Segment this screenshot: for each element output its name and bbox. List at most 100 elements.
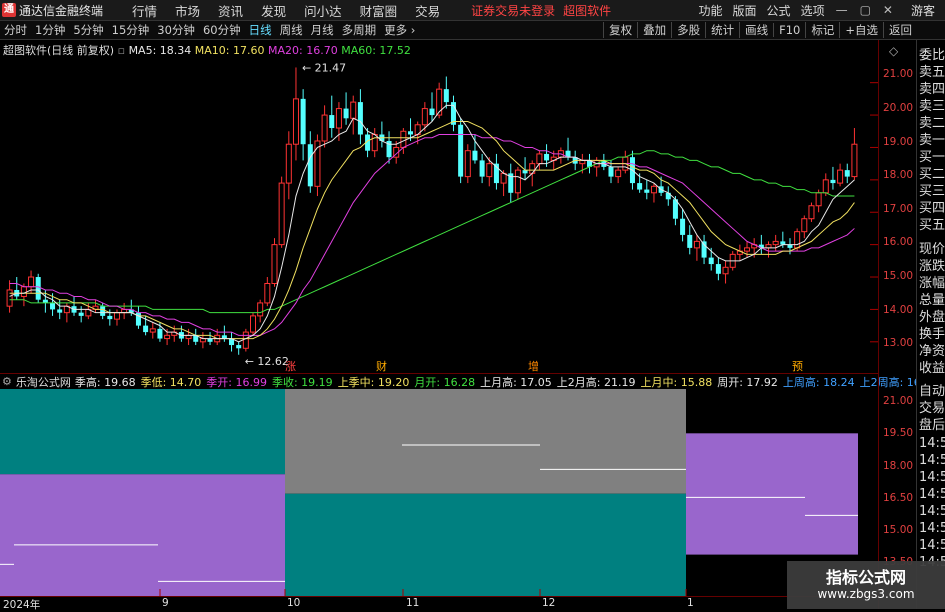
app-logo-icon: 通 — [2, 3, 16, 17]
multi-stock-button[interactable]: 多股 — [671, 22, 705, 38]
low-price-label: ← 12.62 — [245, 355, 289, 368]
guest-user[interactable]: 游客 — [911, 2, 935, 19]
candle-up — [149, 328, 156, 333]
period-60min[interactable]: 60分钟 — [203, 22, 241, 38]
f10-button[interactable]: F10 — [773, 23, 805, 37]
indicator-name[interactable]: 乐淘公式网 — [16, 374, 71, 390]
period-more[interactable]: 更多 › — [384, 22, 415, 38]
draw-button[interactable]: 画线 — [739, 22, 773, 38]
ma20-line — [9, 134, 855, 336]
candle-down — [687, 234, 693, 248]
candle-up — [421, 108, 428, 126]
indicator-item: 周开: 17.92 — [717, 375, 778, 389]
candle-up — [242, 331, 249, 349]
menu-news[interactable]: 资讯 — [218, 1, 243, 20]
candle-down — [708, 257, 714, 265]
indicator-block — [285, 389, 686, 494]
candle-down — [680, 218, 686, 235]
candle-down — [608, 166, 614, 177]
period-multi[interactable]: 多周期 — [342, 22, 377, 38]
menu-wealth[interactable]: 财富圈 — [360, 1, 398, 20]
indicator-item: 上季中: 19.20 — [337, 375, 410, 389]
minimize-icon[interactable]: — — [836, 3, 848, 17]
indicator-item: 季收: 19.19 — [271, 375, 333, 389]
period-1min[interactable]: 1分钟 — [35, 22, 65, 38]
indicator-chart[interactable] — [0, 389, 878, 596]
stock-name-notice: 超图软件 — [563, 3, 612, 18]
indicator-block — [0, 474, 285, 596]
menu-trade[interactable]: 交易 — [415, 1, 440, 20]
period-timeshare[interactable]: 分时 — [4, 22, 27, 38]
candle-down — [637, 183, 643, 190]
side-panel-item[interactable]: 盘后 — [919, 414, 945, 433]
period-daily[interactable]: 日线 — [249, 22, 272, 38]
side-panel-item[interactable]: 14:5 — [919, 538, 945, 553]
watermark-url: www.zbgs3.com — [817, 587, 915, 601]
stats-button[interactable]: 统计 — [705, 22, 739, 38]
side-panel-item[interactable]: 14:5 — [919, 453, 945, 468]
back-button[interactable]: 返回 — [883, 22, 917, 38]
candle-down — [329, 115, 335, 129]
candle-up — [822, 179, 829, 194]
close-icon[interactable]: ✕ — [883, 3, 893, 17]
event-marker: 财 — [376, 359, 387, 372]
candle-up — [815, 192, 822, 207]
candle-up — [693, 240, 700, 249]
menu-quotes[interactable]: 行情 — [132, 1, 157, 20]
menu-market[interactable]: 市场 — [175, 1, 200, 20]
y-tick: 16.00 — [883, 236, 914, 248]
menu-function[interactable]: 功能 — [699, 2, 723, 19]
side-panel-item[interactable]: 收益 — [919, 357, 945, 376]
candle-down — [35, 277, 41, 300]
menu-formula[interactable]: 公式 — [767, 2, 791, 19]
y-tick: 14.00 — [883, 304, 914, 316]
candle-up — [486, 163, 493, 178]
add-watchlist-button[interactable]: +自选 — [839, 22, 883, 38]
side-panel-item[interactable]: 14:5 — [919, 504, 945, 519]
y-tick: 20.00 — [883, 102, 914, 114]
restore-icon[interactable]: ▢ — [860, 3, 871, 17]
candle-up — [350, 101, 357, 119]
candle-up — [113, 312, 120, 320]
watermark-title: 指标公式网 — [825, 568, 906, 587]
side-panel-item[interactable]: 14:5 — [919, 436, 945, 451]
period-monthly[interactable]: 月线 — [311, 22, 334, 38]
candle-up — [801, 218, 808, 233]
indicator-values: 季高: 19.68 季低: 14.70 季开: 16.99 季收: 19.19 上季中:… — [75, 374, 943, 390]
menu-options[interactable]: 选项 — [801, 2, 825, 19]
period-5min[interactable]: 5分钟 — [73, 22, 103, 38]
indicator-header: ⚙ 乐淘公式网 季高: 19.68 季低: 14.70 季开: 16.99 季收: 1… — [0, 373, 938, 390]
adjust-button[interactable]: 复权 — [603, 22, 637, 38]
dropdown-icon[interactable]: ▫ — [118, 44, 125, 57]
candle-up — [772, 240, 779, 246]
candle-down — [343, 108, 349, 119]
side-panel-item[interactable]: 买五 — [919, 214, 945, 233]
stock-title: 超图软件(日线 前复权) — [3, 44, 115, 57]
indicator-item: 季高: 19.68 — [74, 375, 136, 389]
ma60-line — [9, 150, 855, 314]
mark-button[interactable]: 标记 — [805, 22, 839, 38]
menu-ask[interactable]: 问小达 — [304, 1, 342, 20]
side-panel-item[interactable]: 14:5 — [919, 521, 945, 536]
trade-login-notice[interactable]: 证券交易未登录 — [471, 2, 555, 19]
candle-up — [744, 247, 751, 252]
period-30min[interactable]: 30分钟 — [157, 22, 195, 38]
menu-layout[interactable]: 版面 — [733, 2, 757, 19]
candle-down — [236, 345, 242, 349]
overlay-button[interactable]: 叠加 — [637, 22, 671, 38]
formula-icon[interactable]: ⚙ — [2, 375, 12, 388]
candle-up — [794, 231, 801, 249]
candlestick-chart[interactable]: ← 21.47 ← 12.62涨 财 增 预 — [0, 40, 878, 372]
side-panel-item[interactable]: 14:5 — [919, 487, 945, 502]
candle-up — [321, 114, 328, 142]
side-panel-item[interactable]: 14:5 — [919, 470, 945, 485]
period-weekly[interactable]: 周线 — [280, 22, 303, 38]
watermark: 指标公式网 www.zbgs3.com — [787, 561, 945, 609]
candle-down — [357, 102, 363, 135]
candle-up — [257, 302, 264, 317]
axis-settings-icon[interactable]: ◇ — [889, 44, 898, 58]
period-15min[interactable]: 15分钟 — [112, 22, 150, 38]
x-tick: 12 — [542, 597, 556, 609]
menu-discover[interactable]: 发现 — [261, 1, 286, 20]
candle-down — [107, 315, 113, 320]
